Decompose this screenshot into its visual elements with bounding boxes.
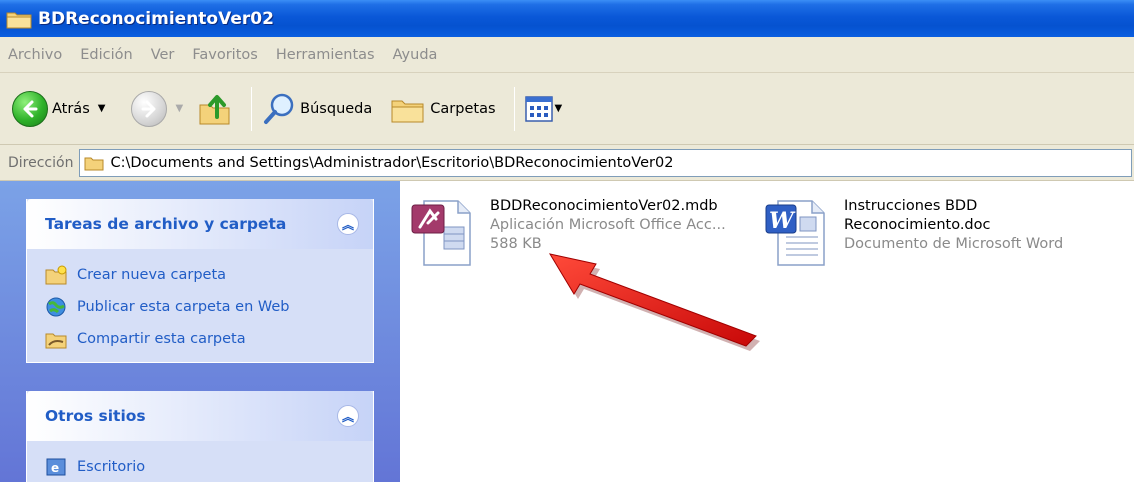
other-places-header[interactable]: Otros sitios ︽: [27, 391, 373, 441]
chevron-down-icon[interactable]: ▼: [98, 103, 106, 114]
folder-icon: [84, 157, 104, 170]
place-desktop[interactable]: e Escritorio: [45, 451, 359, 482]
file-type: Documento de Microsoft Word: [844, 236, 1064, 252]
address-path: C:\Documents and Settings\Administrador\…: [110, 154, 674, 171]
address-bar: Dirección C:\Documents and Settings\Admi…: [0, 145, 1134, 181]
up-folder-icon: [199, 94, 230, 124]
menu-ayuda[interactable]: Ayuda: [393, 47, 438, 63]
menu-archivo[interactable]: Archivo: [8, 47, 62, 63]
publish-web-icon: [46, 297, 66, 317]
folders-icon: [391, 100, 424, 122]
search-label: Búsqueda: [300, 100, 373, 117]
menu-favoritos[interactable]: Favoritos: [192, 47, 257, 63]
other-places-panel: Otros sitios ︽ e Escritorio: [26, 391, 374, 482]
window-title: BDReconocimientoVer02: [38, 8, 274, 29]
file-name: BDDReconocimientoVer02.mdb: [490, 198, 718, 214]
task-pane: Tareas de archivo y carpeta ︽ Crear nuev…: [0, 181, 400, 482]
menu-edicion[interactable]: Edición: [80, 47, 132, 63]
back-label: Atrás: [52, 100, 90, 117]
collapse-chevron-up-icon[interactable]: ︽: [337, 405, 359, 427]
panel-title: Tareas de archivo y carpeta: [45, 215, 287, 233]
title-bar[interactable]: BDReconocimientoVer02: [0, 0, 1134, 37]
task-label: Crear nueva carpeta: [77, 267, 227, 283]
folder-icon: [6, 12, 32, 28]
back-arrow-icon: [12, 90, 48, 127]
file-name-line1: Instrucciones BDD: [844, 198, 978, 214]
collapse-chevron-up-icon[interactable]: ︽: [337, 213, 359, 235]
task-new-folder[interactable]: Crear nueva carpeta: [45, 259, 359, 291]
share-folder-icon: [45, 333, 67, 349]
panel-body: Crear nueva carpeta Publicar esta carpet…: [27, 249, 373, 367]
word-file-icon: W: [765, 200, 825, 266]
forward-button[interactable]: ▼: [131, 86, 183, 132]
views-button[interactable]: ▼: [524, 86, 563, 132]
panel-title: Otros sitios: [45, 407, 146, 425]
toolbar-separator: [513, 86, 515, 131]
menu-herramientas[interactable]: Herramientas: [276, 47, 375, 63]
task-publish-web[interactable]: Publicar esta carpeta en Web: [45, 291, 359, 323]
desktop-icon: e: [46, 458, 66, 476]
access-file-icon: [411, 200, 471, 266]
address-label: Dirección: [8, 154, 74, 171]
file-info: Instrucciones BDD Reconocimiento.doc Doc…: [844, 197, 1063, 269]
search-button[interactable]: Búsqueda: [262, 86, 372, 132]
search-icon: [264, 93, 294, 124]
address-input[interactable]: C:\Documents and Settings\Administrador\…: [79, 148, 1132, 177]
toolbar-separator: [251, 86, 253, 131]
up-folder-button[interactable]: [197, 86, 233, 132]
task-label: Publicar esta carpeta en Web: [77, 299, 290, 315]
new-folder-icon: [45, 265, 67, 285]
svg-text:e: e: [51, 461, 59, 475]
file-item-doc[interactable]: W Instrucciones BDD Reconocimiento.doc D…: [764, 197, 1063, 269]
menu-ver[interactable]: Ver: [151, 47, 175, 63]
svg-text:W: W: [769, 208, 796, 234]
folders-label: Carpetas: [430, 100, 496, 117]
task-share-folder[interactable]: Compartir esta carpeta: [45, 323, 359, 355]
forward-arrow-icon: [131, 90, 168, 127]
folders-button[interactable]: Carpetas: [390, 86, 496, 132]
annotation-arrow-icon: [548, 253, 760, 351]
toolbar: Atrás ▼ ▼ Búsqueda Carpetas ▼: [0, 73, 1134, 145]
file-folder-tasks-panel: Tareas de archivo y carpeta ︽ Crear nuev…: [26, 199, 374, 363]
panel-body: e Escritorio: [27, 441, 373, 482]
task-label: Compartir esta carpeta: [77, 331, 246, 347]
chevron-down-icon[interactable]: ▼: [555, 103, 563, 114]
menu-bar: Archivo Edición Ver Favoritos Herramient…: [0, 37, 1134, 73]
place-label: Escritorio: [77, 459, 146, 475]
views-grid-icon: [524, 95, 553, 122]
chevron-down-icon[interactable]: ▼: [175, 103, 183, 114]
back-button[interactable]: Atrás ▼: [12, 86, 105, 132]
file-name-line2: Reconocimiento.doc: [844, 217, 991, 233]
file-folder-tasks-header[interactable]: Tareas de archivo y carpeta ︽: [27, 199, 373, 249]
